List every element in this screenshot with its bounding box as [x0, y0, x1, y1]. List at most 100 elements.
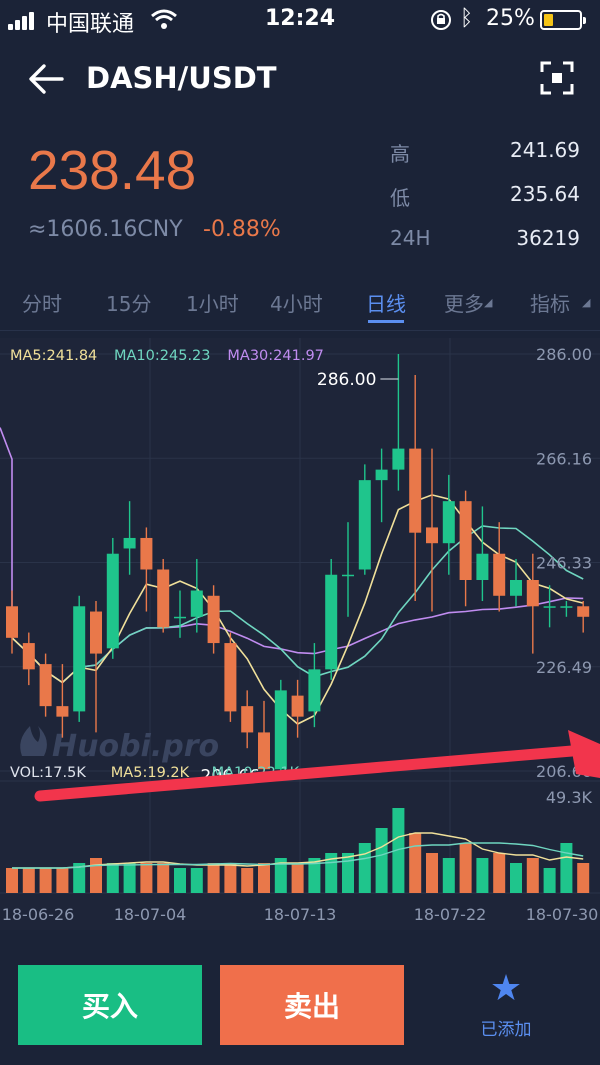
stat-label: 24H: [390, 226, 431, 250]
high-price-marker: 286.00: [317, 370, 376, 390]
candle-body: [73, 606, 86, 712]
candle-body: [140, 537, 153, 570]
cny-price: ≈1606.16CNY: [28, 217, 183, 242]
stat-label: 高: [390, 142, 410, 166]
tab-1hour[interactable]: 1小时: [186, 288, 239, 317]
stat-high: 高 241.69: [390, 138, 580, 182]
candle-body: [476, 553, 489, 581]
price-change: -0.88%: [203, 217, 281, 242]
candle-body: [22, 643, 35, 670]
last-price: 238.48: [28, 139, 197, 201]
volume-bar: [526, 858, 539, 893]
x-axis-label: 18-06-26: [2, 905, 75, 924]
active-tab-indicator: [368, 320, 404, 323]
tab-indicators[interactable]: 指标: [530, 288, 570, 317]
volume-bar: [106, 863, 119, 893]
volume-bar: [157, 863, 170, 893]
candle-body: [157, 569, 170, 628]
favorite-label: 已添加: [480, 1020, 532, 1040]
timeframe-tabs: 分时 15分 1小时 4小时 日线 更多 ◢ 指标 ◢: [0, 278, 600, 331]
candle-body: [560, 606, 573, 608]
candle-body: [375, 469, 388, 481]
candle-body: [342, 574, 354, 577]
ticker-stats: 高 241.69 低 235.64 24H 36219: [390, 138, 580, 270]
volume-bar: [426, 853, 438, 893]
ma-legend-item: MA5:241.84: [10, 348, 97, 364]
volume-bar: [241, 868, 254, 893]
buy-button[interactable]: 买入: [18, 965, 202, 1045]
volume-axis-label: 49.3K: [546, 788, 593, 807]
candle-body: [358, 480, 371, 570]
tab-daily[interactable]: 日线: [366, 288, 406, 317]
volume-bar: [190, 868, 203, 893]
favorite-button[interactable]: ★ 已添加: [456, 969, 556, 1049]
volume-bar: [510, 863, 522, 893]
kline-chart-canvas[interactable]: Huobi.pro286.00266.16246.33226.49206.664…: [0, 338, 600, 930]
candle-body: [174, 616, 186, 619]
candle-body: [123, 537, 136, 549]
volume-bar: [375, 828, 388, 893]
price-axis-label: 226.49: [536, 658, 592, 677]
volume-bar: [258, 863, 270, 893]
tab-more[interactable]: 更多: [444, 288, 484, 317]
candle-body: [442, 501, 455, 544]
volume-bar: [291, 863, 304, 893]
stat-value: 36219: [516, 226, 580, 250]
volume-bar: [560, 843, 573, 893]
huobi-flame-icon: [20, 726, 47, 756]
candle-body: [577, 606, 590, 617]
volume-bar: [224, 863, 237, 893]
candle-body: [459, 501, 472, 581]
kline-chart[interactable]: Huobi.pro 286.00 266.16 246.33 226.49 206.66 4…: [0, 338, 600, 930]
candle-body: [392, 448, 405, 470]
candle-body: [274, 690, 287, 770]
candle-body: [325, 574, 338, 670]
volume-legend-item: MA5:19.2K: [111, 765, 190, 781]
tab-timeshare[interactable]: 分时: [22, 288, 62, 317]
candle-body: [224, 643, 237, 712]
ma-legend-item: MA10:245.23: [114, 348, 211, 364]
volume-bar: [174, 868, 186, 893]
fullscreen-icon[interactable]: [540, 61, 574, 95]
candle-body: [510, 580, 522, 596]
volume-bar: [123, 863, 136, 893]
candle-body: [291, 695, 304, 717]
candle-body: [241, 706, 254, 733]
pair-title: DASH/USDT: [86, 61, 277, 95]
bluetooth-icon: ᛒ: [460, 6, 474, 31]
x-axis-label: 18-07-22: [414, 905, 487, 924]
candle-body: [6, 606, 18, 638]
candle-body: [106, 553, 119, 649]
volume-bar: [56, 868, 69, 893]
volume-legend-item: VOL:17.5K: [10, 765, 86, 781]
ma-legend-item: MA30:241.97: [227, 348, 324, 364]
watermark-text: Huobi.pro: [52, 729, 219, 764]
caret-down-icon: ◢: [582, 296, 591, 309]
volume-bar: [90, 858, 102, 893]
price-axis-label: 286.00: [536, 345, 592, 364]
tab-4hour[interactable]: 4小时: [270, 288, 323, 317]
volume-bar: [358, 843, 371, 893]
candle-body: [90, 611, 102, 654]
sell-button[interactable]: 卖出: [220, 965, 404, 1045]
volume-bar: [577, 863, 590, 893]
stat-value: 235.64: [510, 182, 580, 206]
stat-low: 低 235.64: [390, 182, 580, 226]
volume-bar: [140, 863, 153, 893]
nav-bar: DASH/USDT: [0, 48, 600, 110]
volume-bar: [207, 863, 220, 893]
star-icon: ★: [489, 968, 523, 1009]
price-axis-label: 266.16: [536, 449, 592, 468]
volume-bar: [409, 833, 422, 893]
x-axis-label: 18-07-30: [526, 905, 599, 924]
arrow-left-icon[interactable]: [28, 63, 64, 95]
volume-bar: [39, 868, 52, 893]
status-bar: 中国联通 12:24 ᛒ 25%: [0, 0, 600, 40]
rotation-lock-icon: [431, 10, 451, 30]
candle-body: [543, 606, 556, 608]
candle-body: [526, 580, 539, 607]
volume-bar: [22, 868, 35, 893]
battery-percent: 25%: [486, 6, 535, 31]
tab-15min[interactable]: 15分: [106, 288, 151, 317]
candle-body: [207, 595, 220, 644]
